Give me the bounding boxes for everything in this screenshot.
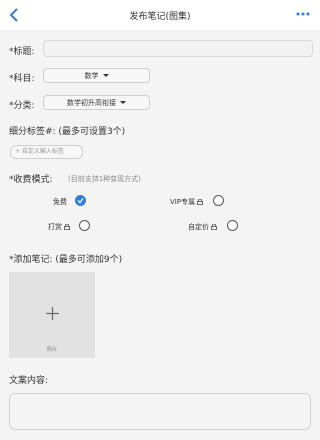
fee-option-vip-radio[interactable]	[213, 195, 224, 206]
subject-select[interactable]: 数学	[43, 68, 150, 83]
fee-option-tip-radio[interactable]	[79, 220, 90, 231]
photo-caption: 照片	[46, 347, 57, 353]
category-label: *分类:	[9, 101, 35, 111]
fee-option-custom-label: 自定价	[188, 222, 217, 232]
content-textarea[interactable]	[9, 393, 311, 430]
fee-mode-hint: (目前支持1种变现方式)	[68, 175, 141, 183]
fee-mode-label: *收费模式:	[9, 175, 53, 185]
add-photo-button[interactable]: 照片	[9, 272, 95, 358]
add-notes-label: *添加笔记: (最多可添加9个)	[9, 255, 123, 265]
caret-down-icon	[120, 101, 126, 104]
lock-icon	[197, 199, 203, 205]
custom-tag-input[interactable]: + 自定义输入标签	[10, 145, 83, 159]
content-label: 文案内容:	[9, 376, 49, 386]
fee-option-custom-radio[interactable]	[227, 220, 238, 231]
title-input[interactable]	[43, 40, 313, 57]
fee-option-free-label: 免费	[53, 198, 67, 206]
top-nav-bar: 发布笔记(图集)	[0, 0, 320, 30]
subject-select-value: 数学	[84, 71, 99, 80]
checkmark-icon	[77, 198, 84, 204]
page-title: 发布笔记(图集)	[129, 12, 191, 22]
category-select-value: 数学初升高衔接	[67, 98, 116, 107]
lock-icon	[64, 224, 70, 230]
more-dots-icon[interactable]	[296, 10, 310, 18]
fee-option-vip-label: VIP专属	[170, 197, 203, 207]
fee-option-tip-label: 打赏	[48, 222, 70, 232]
caret-down-icon	[102, 74, 109, 77]
category-select[interactable]: 数学初升高衔接	[43, 95, 150, 110]
title-label: *标题:	[9, 47, 35, 57]
lock-icon	[211, 224, 217, 230]
fee-option-free-radio[interactable]	[75, 195, 86, 206]
plus-icon	[46, 307, 59, 320]
tags-label: 细分标签#: (最多可设置3个)	[9, 127, 126, 137]
subject-label: *科目:	[9, 74, 35, 84]
